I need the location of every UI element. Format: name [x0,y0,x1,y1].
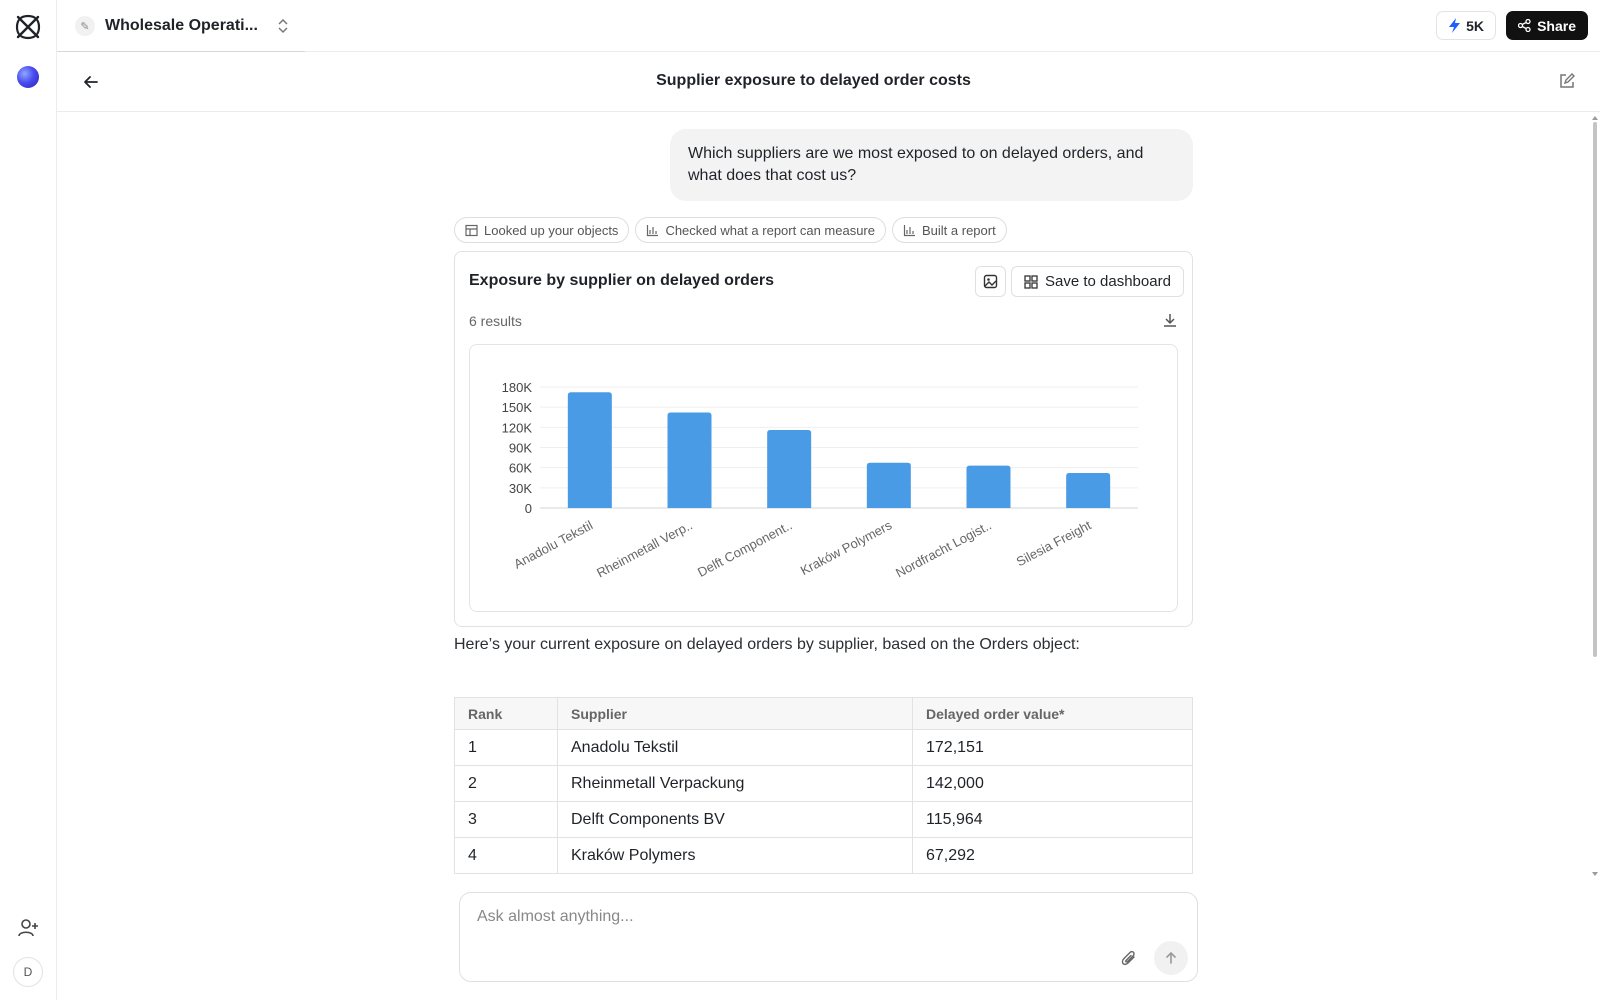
save-to-dashboard-label: Save to dashboard [1045,273,1171,290]
x-tick-label: Rheinmetall Verp.. [594,517,695,580]
bar-chart-icon [903,224,915,236]
x-tick-label: Anadolu Tekstil [511,517,595,571]
workspace-name: Wholesale Operati... [105,17,258,34]
add-user-icon[interactable] [17,917,39,939]
step-chip-label: Built a report [922,222,996,238]
step-chip[interactable]: Built a report [892,217,1007,243]
table-cell: 115,964 [912,801,1193,838]
scroll-down-icon[interactable] [1592,872,1598,876]
credits-label: 5K [1466,17,1484,34]
share-icon [1518,19,1531,32]
table-cell: 2 [454,765,558,802]
step-chip[interactable]: Looked up your objects [454,217,630,243]
edit-icon[interactable] [1558,72,1576,90]
table-icon [465,224,478,236]
bar-chart: 0 30K 60K 90K 120K 150K 180K Anadolu TekstilRhe… [502,380,1138,581]
x-tick-label: Nordfracht Logist.. [893,517,994,580]
table-cell: Delft Components BV [557,801,913,838]
step-chip-label: Checked what a report can measure [665,222,875,238]
table-cell: Anadolu Tekstil [557,729,913,766]
table-cell: Rheinmetall Verpackung [557,765,913,802]
report-card: Exposure by supplier on delayed orders S… [454,251,1193,627]
download-icon[interactable] [1162,312,1178,328]
image-icon [983,274,998,289]
table-cell: 67,292 [912,837,1193,874]
y-tick-label: 90K [509,441,532,456]
table-row: 3 Delft Components BV 115,964 [454,801,1193,838]
scrollbar[interactable] [1592,116,1598,876]
scroll-up-icon[interactable] [1592,116,1598,120]
user-message: Which suppliers are we most exposed to o… [670,129,1193,201]
message-input[interactable] [477,905,1077,929]
bar[interactable] [767,430,812,508]
x-tick-label: Silesia Freight [1014,517,1094,569]
table-cell: 4 [454,837,558,874]
results-count: 6 results [469,313,522,329]
x-tick-label: Kraków Polymers [798,517,895,578]
arrow-up-icon [1166,951,1176,964]
bar[interactable] [667,412,712,508]
table-cell: 142,000 [912,765,1193,802]
bar[interactable] [866,462,911,508]
step-chip[interactable]: Checked what a report can measure [635,217,886,243]
exposure-table: Rank Supplier Delayed order value* 1 Ana… [454,697,1193,874]
top-bar: ✎ Wholesale Operati... 5K Share [57,0,1600,52]
conversation-title: Supplier exposure to delayed order costs [656,72,971,89]
assistant-orb-icon[interactable] [17,66,39,88]
share-button[interactable]: Share [1506,11,1588,40]
lightning-icon [1449,18,1461,33]
message-composer [459,892,1198,982]
table-cell: 172,151 [912,729,1193,766]
save-to-dashboard-button[interactable]: Save to dashboard [1011,266,1184,297]
bar[interactable] [966,465,1011,508]
column-header: Rank [454,697,558,730]
scrollbar-thumb[interactable] [1593,122,1597,657]
column-header: Supplier [557,697,913,730]
send-button[interactable] [1154,941,1188,975]
user-avatar[interactable]: D [13,957,43,987]
share-label: Share [1537,17,1576,34]
table-row: 1 Anadolu Tekstil 172,151 [454,729,1193,766]
left-rail: D [0,0,57,1000]
table-header-row: Rank Supplier Delayed order value* [454,697,1193,730]
dashboard-icon [1024,274,1038,289]
step-chips: Looked up your objects Checked what a re… [454,217,1007,243]
y-tick-label: 180K [502,380,533,395]
table-cell: 3 [454,801,558,838]
x-tick-label: Delft Component.. [695,517,795,579]
y-tick-label: 30K [509,481,532,496]
export-image-button[interactable] [975,266,1006,297]
table-cell: 1 [454,729,558,766]
column-header: Delayed order value* [912,697,1193,730]
paperclip-icon[interactable] [1120,949,1138,967]
bar-chart-icon [647,224,659,236]
credits-button[interactable]: 5K [1436,11,1496,40]
chart-container: 0 30K 60K 90K 120K 150K 180K Anadolu Tekstil Rhe… [469,344,1178,612]
y-tick-label: 150K [502,400,533,415]
table-row: 2 Rheinmetall Verpackung 142,000 [454,765,1193,802]
y-tick-label: 60K [509,461,532,476]
bar[interactable] [1066,473,1111,508]
y-tick-label: 0 [525,501,532,516]
workspace-icon: ✎ [75,16,95,36]
chevron-updown-icon [278,18,288,34]
app-logo-icon[interactable] [14,13,42,41]
conversation-header: Supplier exposure to delayed order costs [57,52,1600,112]
report-title: Exposure by supplier on delayed orders [469,272,774,289]
table-cell: Kraków Polymers [557,837,913,874]
assistant-answer: Here’s your current exposure on delayed … [454,636,1080,653]
bar[interactable] [567,392,612,508]
workspace-switcher[interactable]: ✎ Wholesale Operati... [75,12,290,40]
y-tick-label: 120K [502,420,533,435]
table-row: 4 Kraków Polymers 67,292 [454,837,1193,874]
step-chip-label: Looked up your objects [484,222,619,238]
